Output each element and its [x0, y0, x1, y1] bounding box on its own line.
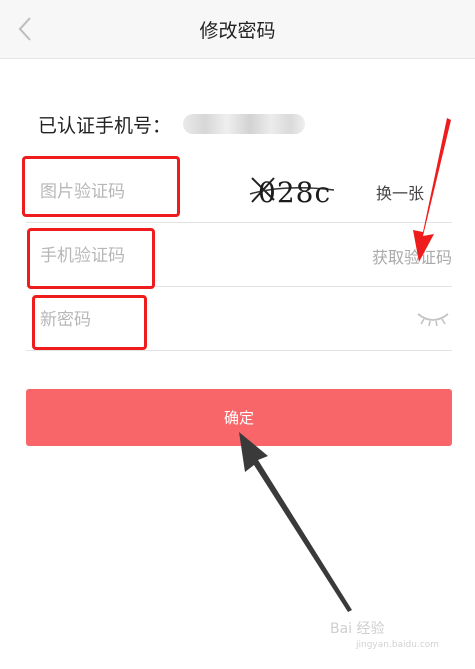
nav-bar: 修改密码	[0, 0, 475, 59]
annotation-box-new-password	[32, 295, 147, 350]
watermark-logo: Bai 经验	[330, 621, 385, 637]
refresh-captcha-button[interactable]: 换一张	[376, 180, 424, 204]
captcha-image[interactable]: 028c	[244, 170, 344, 212]
eye-closed-icon	[417, 313, 449, 327]
confirm-button[interactable]: 确定	[26, 389, 452, 446]
verified-phone-label: 已认证手机号：	[38, 114, 172, 137]
masked-phone-number	[183, 114, 306, 134]
annotation-box-sms-code	[27, 228, 155, 289]
annotation-box-image-code	[22, 156, 180, 217]
page-title: 修改密码	[199, 20, 276, 42]
verified-phone-row: 已认证手机号：	[38, 110, 306, 138]
arrow-to-confirm	[239, 432, 352, 612]
get-sms-code-button[interactable]: 获取验证码	[372, 244, 452, 268]
toggle-password-visibility[interactable]	[416, 310, 450, 328]
captcha-text: 028c	[258, 176, 332, 209]
watermark-url: jingyan.baidu.com	[356, 640, 440, 650]
